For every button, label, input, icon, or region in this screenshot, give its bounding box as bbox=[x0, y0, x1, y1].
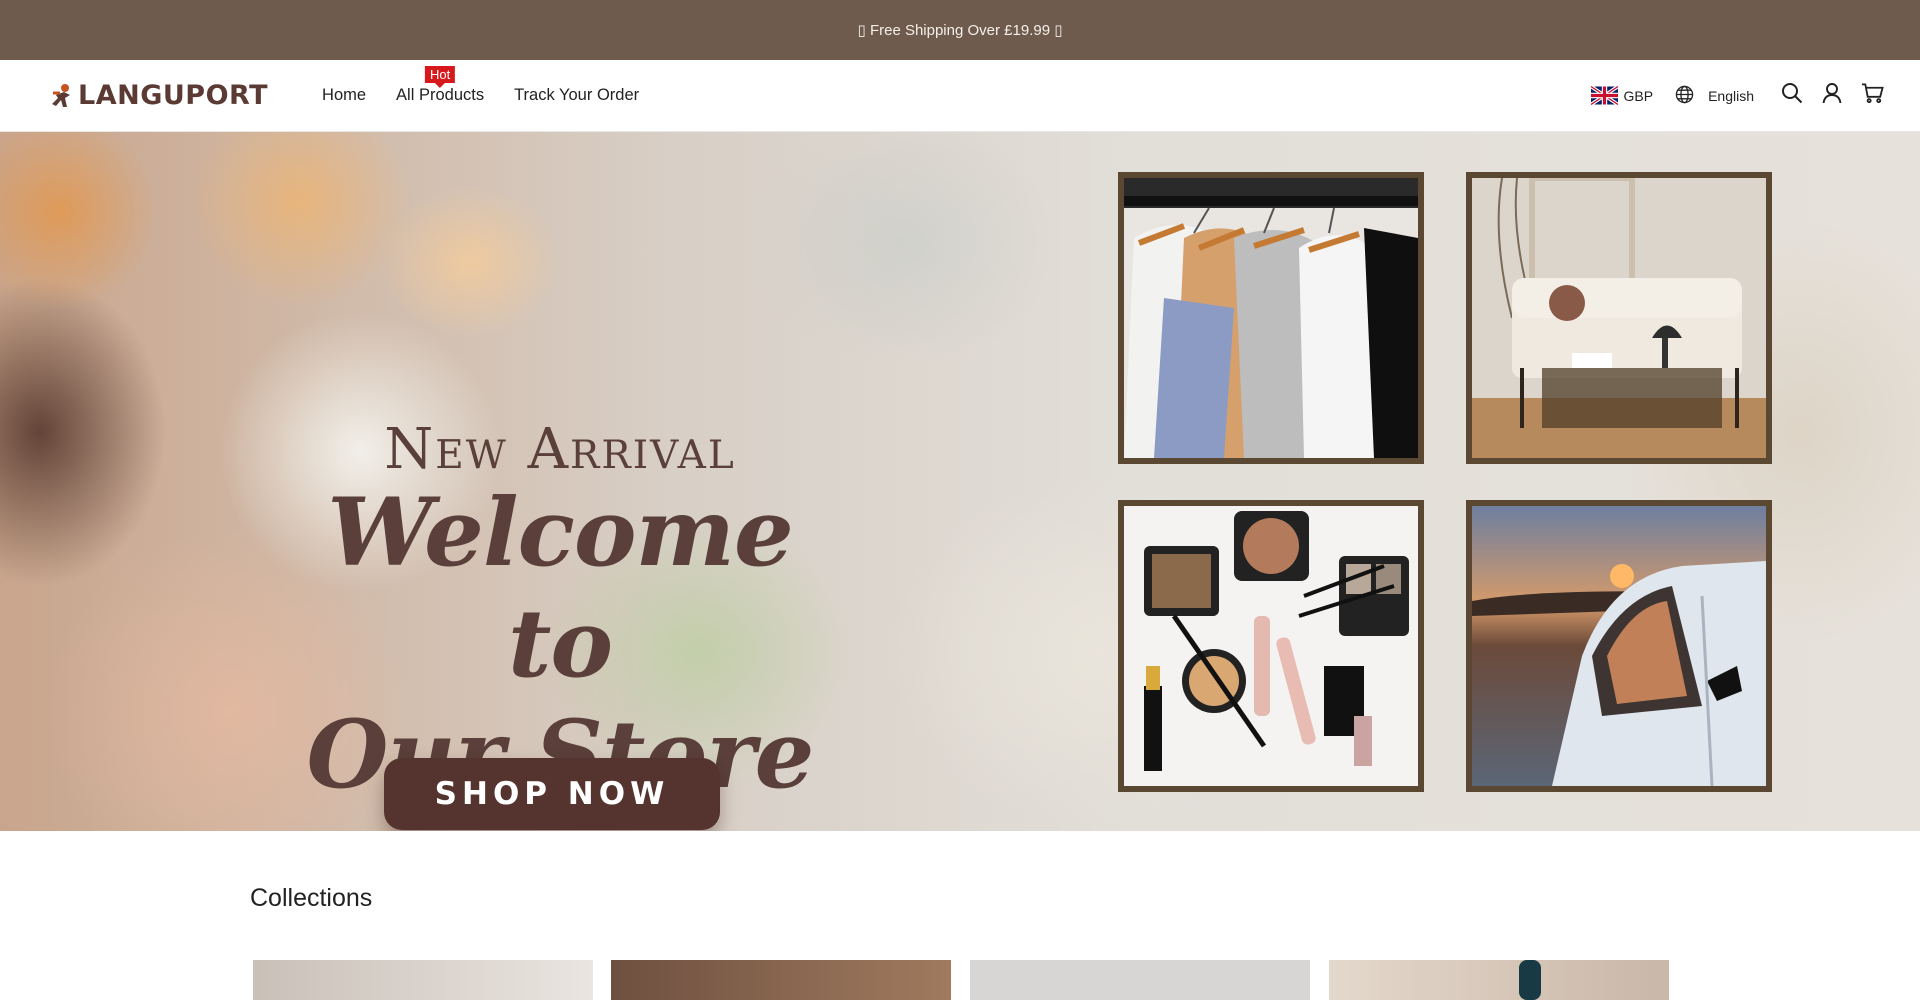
shop-now-button[interactable]: SHOP NOW bbox=[384, 758, 720, 830]
announcement-text: ▯ Free Shipping Over £19.99 ▯ bbox=[857, 22, 1063, 39]
account-button[interactable] bbox=[1812, 76, 1852, 116]
nav-track-order[interactable]: Track Your Order bbox=[514, 80, 639, 111]
search-button[interactable] bbox=[1772, 76, 1812, 116]
nav-home[interactable]: Home bbox=[322, 80, 366, 111]
logo-text: LANGUPORT bbox=[78, 80, 269, 111]
search-icon bbox=[1781, 82, 1803, 109]
tile-makeup bbox=[1118, 500, 1424, 792]
site-header: LANGUPORT Home Hot All Products Track Yo… bbox=[0, 60, 1920, 132]
tile-clothing bbox=[1118, 172, 1424, 464]
store-logo[interactable]: LANGUPORT bbox=[50, 76, 268, 116]
language-label: English bbox=[1708, 87, 1754, 104]
nav-home-label: Home bbox=[322, 86, 367, 104]
globe-icon bbox=[1675, 85, 1694, 107]
hero-new-arrival: New Arrival bbox=[384, 417, 736, 482]
cart-button[interactable] bbox=[1852, 76, 1892, 116]
hero-text-block: New Arrival Welcome to Our Store bbox=[290, 422, 830, 811]
collection-card[interactable] bbox=[1329, 960, 1669, 1000]
main-nav: Home Hot All Products Track Your Order bbox=[322, 66, 639, 111]
collection-card[interactable] bbox=[970, 960, 1310, 1000]
currency-label: GBP bbox=[1623, 87, 1654, 104]
tile-car bbox=[1466, 500, 1772, 792]
hot-badge: Hot bbox=[424, 66, 456, 83]
language-selector[interactable]: English bbox=[1675, 85, 1754, 107]
nav-all-products-label: All Products bbox=[396, 86, 485, 104]
uk-flag-icon bbox=[1589, 85, 1619, 106]
currency-selector[interactable]: GBP bbox=[1589, 85, 1654, 106]
collection-card[interactable] bbox=[253, 960, 593, 1000]
announcement-bar: ▯ Free Shipping Over £19.99 ▯ bbox=[0, 0, 1920, 60]
collection-card[interactable] bbox=[611, 960, 951, 1000]
hero-banner[interactable]: New Arrival Welcome to Our Store SHOP NO… bbox=[0, 132, 1920, 831]
nav-all-products[interactable]: Hot All Products bbox=[396, 66, 485, 111]
tile-living-room bbox=[1466, 172, 1772, 464]
nav-track-order-label: Track Your Order bbox=[514, 86, 640, 104]
header-actions: GBP English bbox=[1589, 76, 1893, 116]
collections-title: Collections bbox=[250, 884, 373, 912]
account-icon bbox=[1821, 82, 1843, 109]
hero-welcome: Welcome to bbox=[327, 478, 794, 699]
cart-icon bbox=[1861, 82, 1884, 109]
logo-figure-icon bbox=[50, 83, 74, 109]
